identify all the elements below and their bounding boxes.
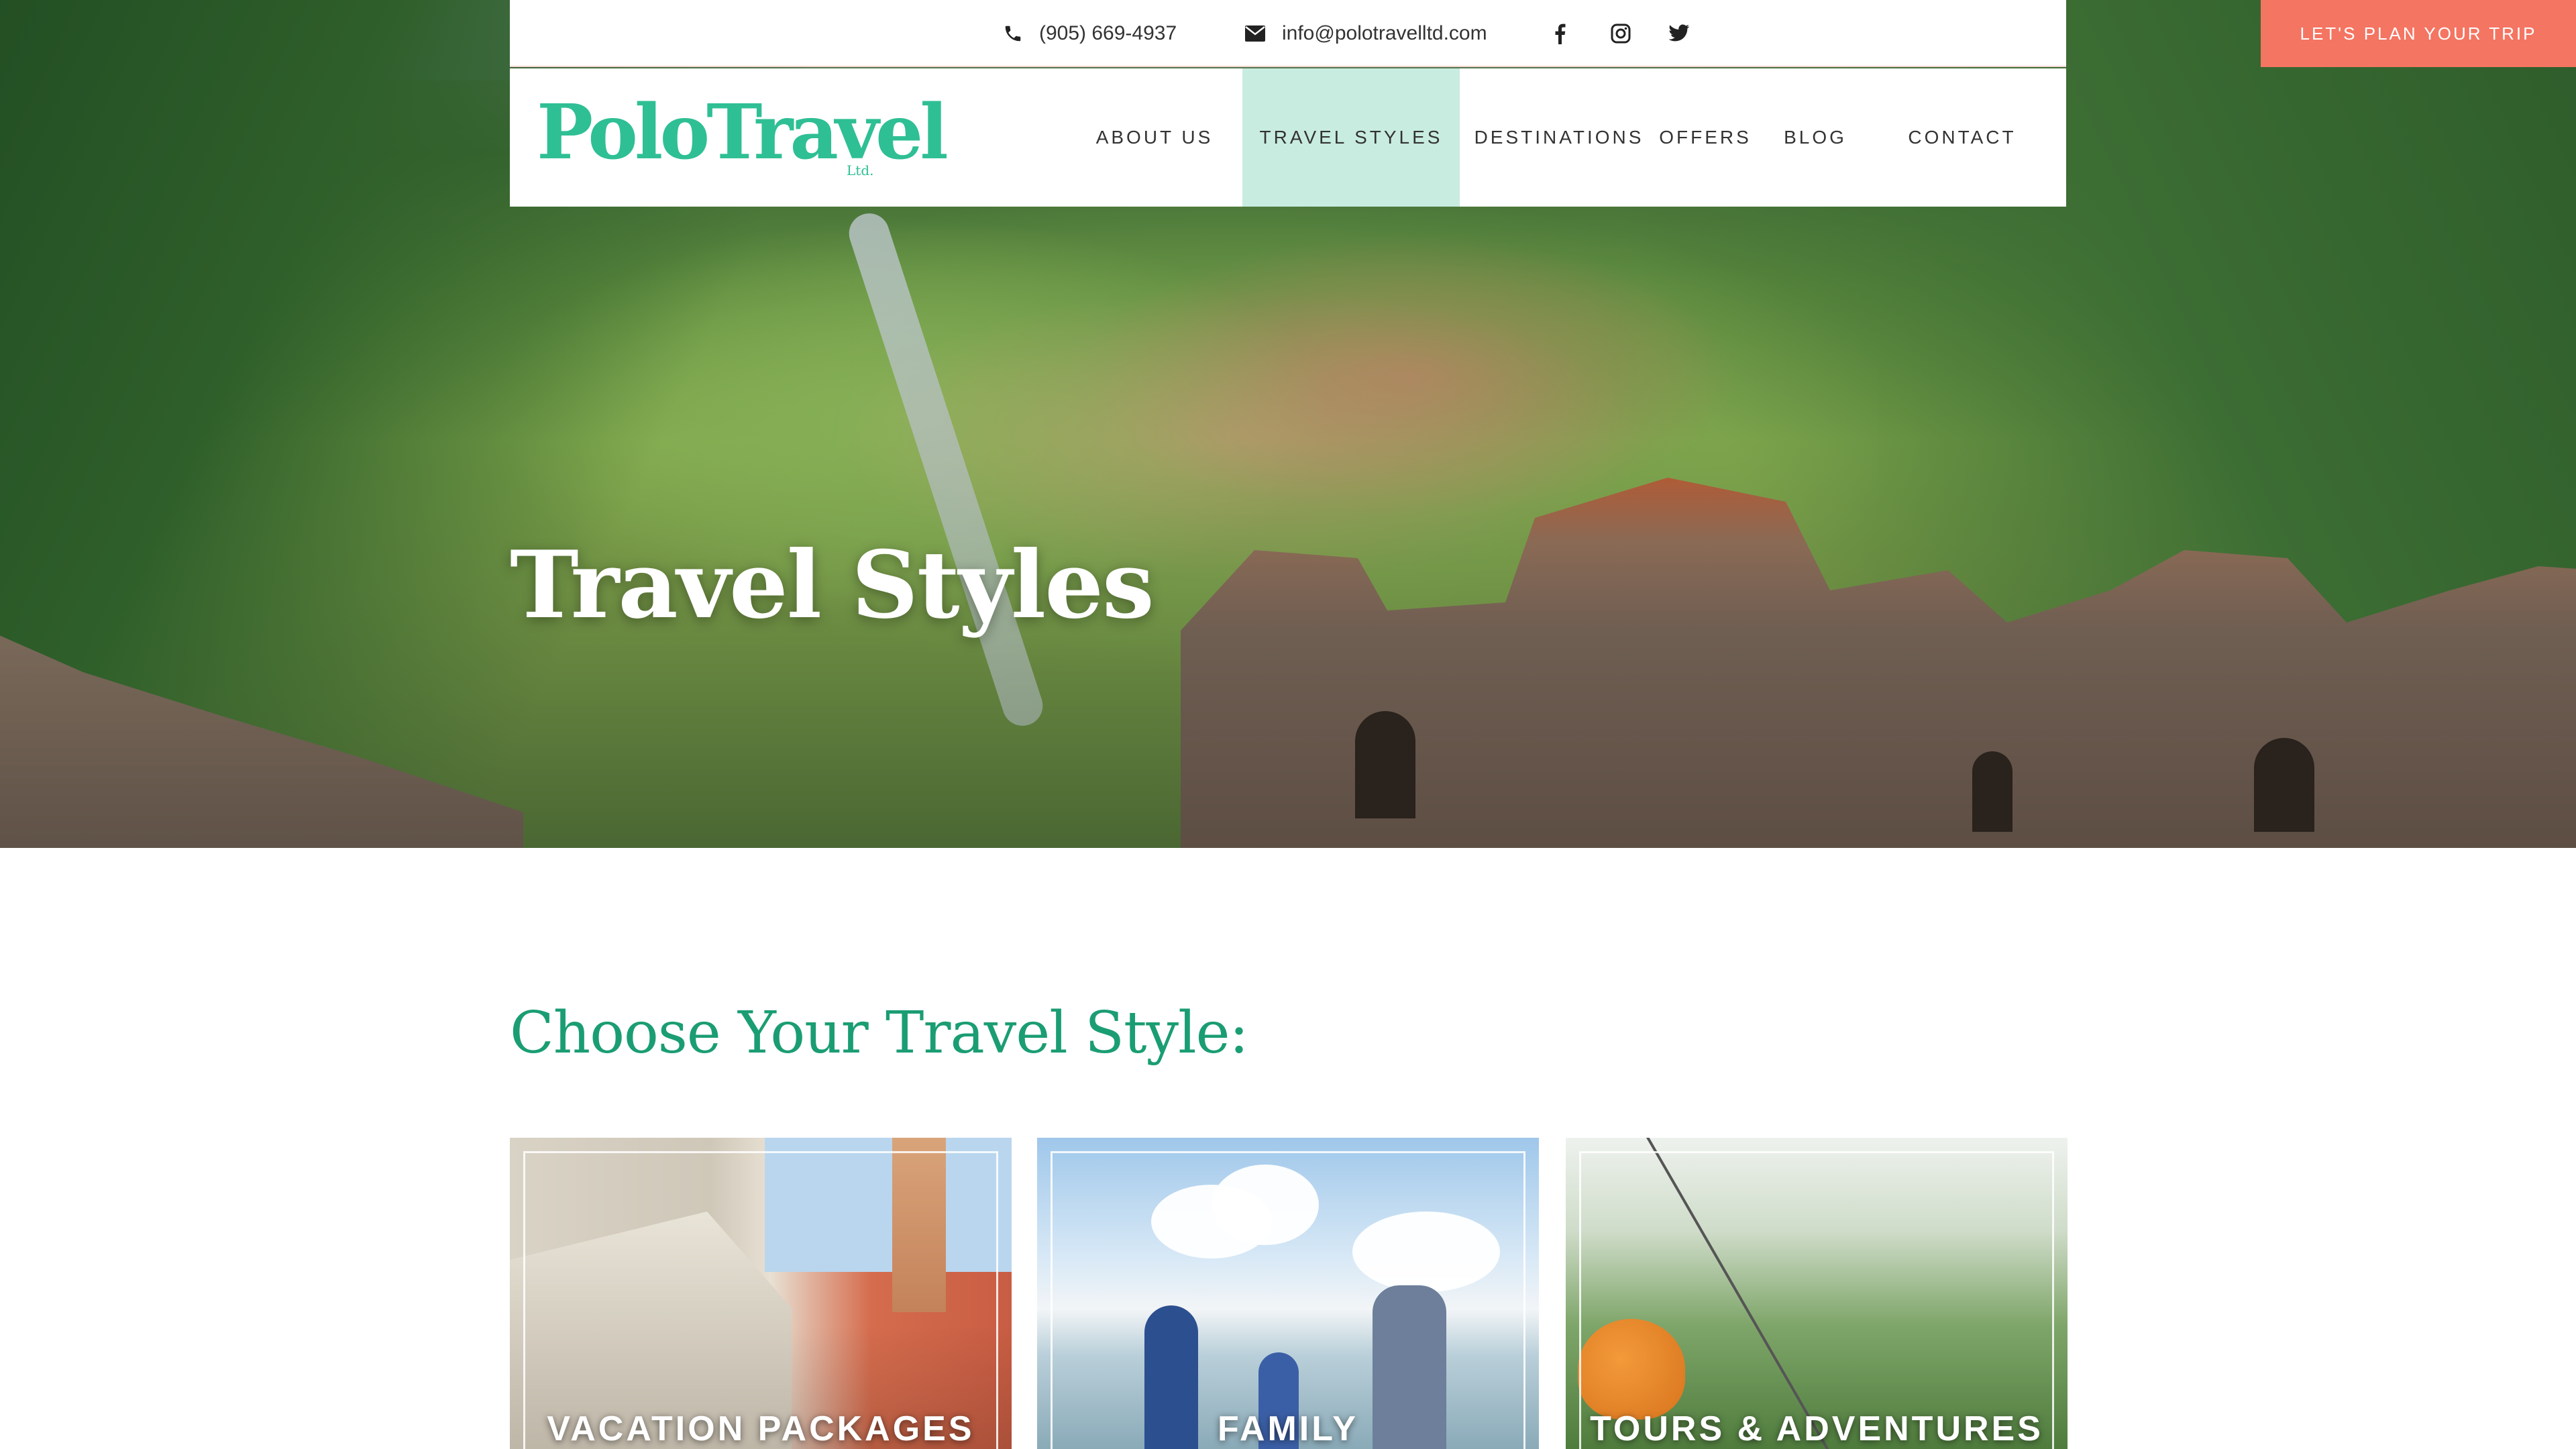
email-link[interactable]: info@polotravelltd.com: [1244, 0, 1487, 67]
nav-blog[interactable]: BLOG: [1771, 68, 1860, 207]
nav-destinations[interactable]: DESTINATIONS: [1474, 68, 1642, 207]
ruin-arch: [2254, 738, 2314, 832]
page-title: Travel Styles: [510, 530, 1155, 639]
ruin-arch: [1355, 711, 1415, 818]
facebook-link[interactable]: [1540, 0, 1580, 67]
phone-icon: [1005, 25, 1021, 42]
twitter-icon: [1668, 24, 1690, 42]
instagram-link[interactable]: [1601, 0, 1641, 67]
travel-style-card-family[interactable]: FAMILY: [1037, 1138, 1539, 1449]
facebook-icon: [1555, 23, 1566, 44]
travel-style-card-tours-adventures[interactable]: TOURS & ADVENTURES: [1566, 1138, 2068, 1449]
nav-travel-styles[interactable]: TRAVEL STYLES: [1242, 68, 1460, 207]
instagram-icon: [1611, 23, 1631, 44]
section-title: Choose Your Travel Style:: [510, 1000, 1249, 1067]
phone-link[interactable]: (905) 669-4937: [1003, 0, 1177, 67]
nav-contact[interactable]: CONTACT: [1872, 68, 2053, 207]
top-contact-bar: (905) 669-4937 info@polotravelltd.com LE…: [510, 0, 2576, 67]
main-navigation: PoloTravel Ltd. ABOUT US TRAVEL STYLES D…: [510, 68, 2066, 207]
ruin-arch: [1972, 751, 2012, 832]
nav-offers[interactable]: OFFERS: [1652, 68, 1759, 207]
card-label: FAMILY: [1218, 1409, 1358, 1448]
card-frame: [1579, 1151, 2054, 1449]
card-label: VACATION PACKAGES: [547, 1409, 975, 1448]
travel-style-card-vacation-packages[interactable]: VACATION PACKAGES: [510, 1138, 1012, 1449]
site-logo[interactable]: PoloTravel Ltd.: [537, 90, 949, 191]
twitter-link[interactable]: [1659, 0, 1699, 67]
logo-wordmark: PoloTravel: [537, 89, 949, 176]
nav-about-us[interactable]: ABOUT US: [1090, 68, 1219, 207]
card-frame: [523, 1151, 998, 1449]
envelope-icon: [1245, 25, 1265, 42]
plan-your-trip-button[interactable]: LET'S PLAN YOUR TRIP: [2261, 0, 2576, 67]
card-frame: [1051, 1151, 1525, 1449]
card-label: TOURS & ADVENTURES: [1590, 1409, 2043, 1448]
phone-number: (905) 669-4937: [1039, 22, 1177, 44]
email-address: info@polotravelltd.com: [1282, 22, 1487, 44]
logo-suffix: Ltd.: [847, 162, 874, 178]
